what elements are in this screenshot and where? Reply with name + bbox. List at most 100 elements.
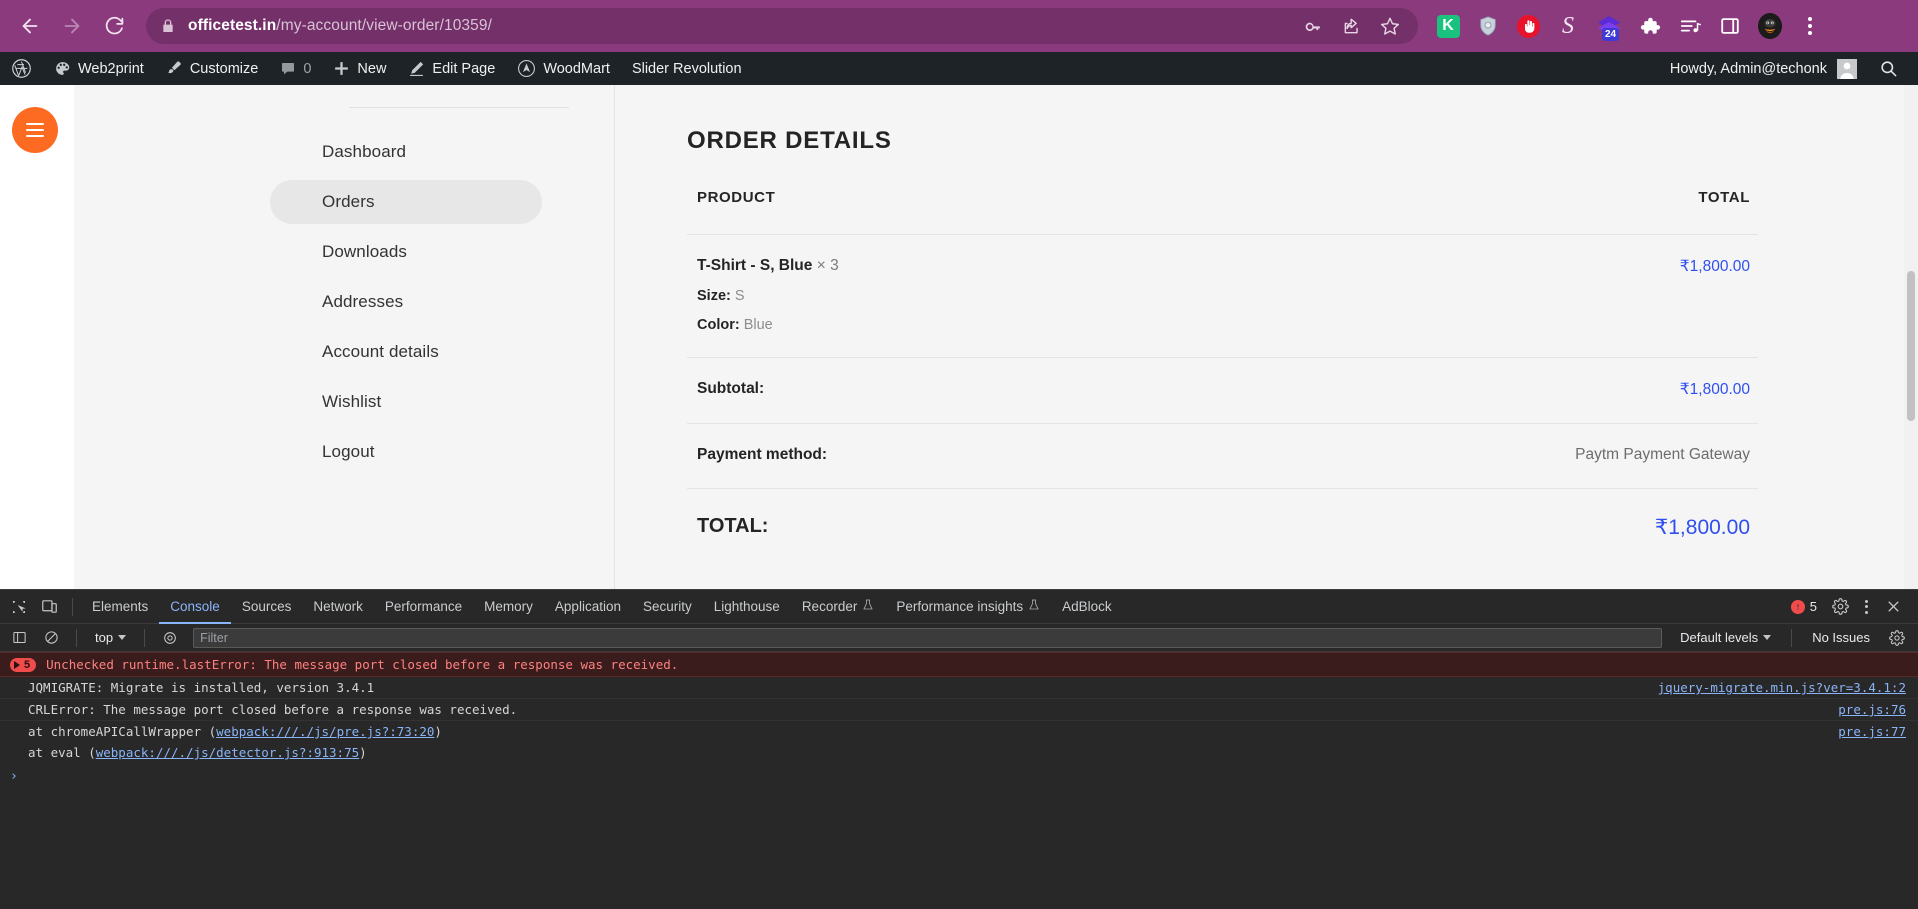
- device-toolbar-icon[interactable]: [34, 593, 64, 621]
- wp-item-comments[interactable]: 0: [269, 52, 322, 85]
- user-avatar[interactable]: [1837, 58, 1857, 79]
- adblock-stop-extension-icon[interactable]: [1516, 14, 1540, 38]
- log-levels-label: Default levels: [1680, 630, 1759, 645]
- error-group-count: 5: [24, 658, 31, 671]
- scrollbar-thumb[interactable]: [1907, 271, 1915, 421]
- howdy-label[interactable]: Howdy, Admin@techonk: [1660, 61, 1837, 77]
- url-text: officetest.in/my-account/view-order/1035…: [188, 17, 492, 35]
- console-source-link[interactable]: pre.js:76: [1838, 702, 1906, 717]
- sidebar-item-logout[interactable]: Logout: [270, 430, 542, 474]
- wp-item-label: Web2print: [78, 60, 144, 77]
- inspect-element-icon[interactable]: [4, 593, 34, 621]
- devtools-settings-gear-icon[interactable]: [1825, 593, 1855, 621]
- profile-avatar-icon[interactable]: [1758, 13, 1782, 39]
- tab-elements[interactable]: Elements: [81, 590, 159, 624]
- lock-icon[interactable]: [160, 18, 176, 34]
- script-s-extension-icon[interactable]: S: [1556, 14, 1580, 38]
- wp-item-customize[interactable]: Customize: [155, 52, 270, 85]
- forward-button[interactable]: [54, 8, 90, 44]
- page-scrollbar[interactable]: [1904, 85, 1918, 589]
- tab-label: Network: [313, 598, 363, 614]
- tab-recorder[interactable]: Recorder: [791, 590, 886, 624]
- tab-performance[interactable]: Performance: [374, 590, 473, 624]
- tab-memory[interactable]: Memory: [473, 590, 544, 624]
- comment-icon: [280, 61, 296, 77]
- kite-extension-icon[interactable]: K: [1436, 14, 1460, 38]
- share-icon[interactable]: [1342, 16, 1362, 36]
- tab-console[interactable]: Console: [159, 590, 231, 624]
- wp-item-slider-revolution[interactable]: Slider Revolution: [621, 52, 753, 85]
- error-dot-icon: [1790, 599, 1805, 614]
- bookmark-star-icon[interactable]: [1380, 16, 1400, 36]
- tab-sources[interactable]: Sources: [231, 590, 303, 624]
- reload-button[interactable]: [96, 8, 132, 44]
- expand-triangle-icon: [14, 660, 20, 669]
- stack-frame-suffix: ): [434, 724, 442, 739]
- list-item: Logout: [270, 430, 542, 474]
- omnibox-actions: [1304, 16, 1404, 36]
- wp-logo-item[interactable]: [0, 52, 43, 85]
- console-filter-bar: top Default levels No Issues: [0, 624, 1918, 652]
- todoist-extension-icon[interactable]: 24: [1596, 14, 1622, 41]
- subtotal-value: ₹1,800.00: [1679, 381, 1750, 398]
- error-group-expand-toggle[interactable]: 5: [10, 657, 37, 672]
- product-name-row: T-Shirt - S, Blue × 3: [697, 257, 1165, 275]
- error-count-badge[interactable]: 5: [1787, 599, 1821, 614]
- chevron-down-icon-levels: [1763, 635, 1772, 640]
- console-prompt-row[interactable]: ›: [0, 763, 1918, 790]
- console-source-link[interactable]: jquery-migrate.min.js?ver=3.4.1:2: [1658, 680, 1906, 695]
- chrome-menu-icon[interactable]: [1798, 14, 1822, 38]
- wp-admin-bar-right: Howdy, Admin@techonk: [1660, 52, 1918, 85]
- stack-frame-link[interactable]: webpack:///./js/pre.js?:73:20: [216, 724, 434, 739]
- console-sidebar-toggle-icon[interactable]: [4, 624, 34, 652]
- kite-extension-label: K: [1436, 14, 1460, 38]
- wp-item-web2print[interactable]: Web2print: [43, 52, 155, 85]
- key-icon[interactable]: [1304, 16, 1324, 36]
- live-expression-eye-icon[interactable]: [155, 624, 185, 652]
- sidebar-item-dashboard[interactable]: Dashboard: [270, 130, 542, 174]
- stack-frame-prefix: at chromeAPICallWrapper (: [28, 724, 217, 739]
- wp-item-woodmart[interactable]: WoodMart: [506, 52, 621, 85]
- tab-adblock[interactable]: AdBlock: [1051, 590, 1123, 624]
- console-message-list[interactable]: 5 Unchecked runtime.lastError: The messag…: [0, 652, 1918, 909]
- back-button[interactable]: [12, 8, 48, 44]
- tab-network[interactable]: Network: [302, 590, 374, 624]
- sidebar-item-account-details[interactable]: Account details: [270, 330, 542, 374]
- sidebar-item-addresses[interactable]: Addresses: [270, 280, 542, 324]
- filterbar-separator-2: [144, 628, 146, 647]
- wp-item-edit-page[interactable]: Edit Page: [397, 52, 506, 85]
- sidebar-item-downloads[interactable]: Downloads: [270, 230, 542, 274]
- shield-extension-icon[interactable]: [1476, 14, 1500, 38]
- tab-performance-insights[interactable]: Performance insights: [885, 590, 1051, 624]
- side-panel-icon[interactable]: [1718, 14, 1742, 38]
- devtools-more-options-icon[interactable]: [1859, 599, 1874, 614]
- list-item: Wishlist: [270, 380, 542, 424]
- log-levels-selector[interactable]: Default levels: [1670, 630, 1781, 645]
- wp-search-icon[interactable]: [1857, 59, 1914, 78]
- sidebar-item-orders[interactable]: Orders: [270, 180, 542, 224]
- devtools-close-icon[interactable]: [1878, 593, 1908, 621]
- stack-frame-link[interactable]: webpack:///./js/detector.js?:913:75: [96, 745, 359, 760]
- issues-status-label[interactable]: No Issues: [1802, 630, 1880, 645]
- address-bar[interactable]: officetest.in/my-account/view-order/1035…: [146, 8, 1418, 44]
- sidebar-item-wishlist[interactable]: Wishlist: [270, 380, 542, 424]
- stop-hand-glyph: [1516, 14, 1540, 38]
- payment-method-value: Paytm Payment Gateway: [1575, 446, 1750, 463]
- tab-security[interactable]: Security: [632, 590, 703, 624]
- media-playlist-icon[interactable]: [1678, 14, 1702, 38]
- mobile-menu-button[interactable]: [12, 107, 58, 153]
- console-settings-gear-icon[interactable]: [1882, 624, 1912, 652]
- table-header-row: PRODUCT TOTAL: [687, 189, 1758, 235]
- tab-lighthouse[interactable]: Lighthouse: [703, 590, 791, 624]
- tab-application[interactable]: Application: [544, 590, 632, 624]
- clear-console-icon[interactable]: [36, 624, 66, 652]
- wp-item-new[interactable]: New: [322, 52, 397, 85]
- console-filter-input[interactable]: [193, 627, 1663, 648]
- product-name[interactable]: T-Shirt - S, Blue: [697, 257, 812, 274]
- console-source-link[interactable]: pre.js:77: [1838, 724, 1906, 739]
- execution-context-selector[interactable]: top: [87, 630, 134, 645]
- avatar-image: [1758, 13, 1782, 39]
- tab-label: Memory: [484, 598, 533, 614]
- puzzle-extensions-icon[interactable]: [1638, 14, 1662, 38]
- list-item: Addresses: [270, 280, 542, 324]
